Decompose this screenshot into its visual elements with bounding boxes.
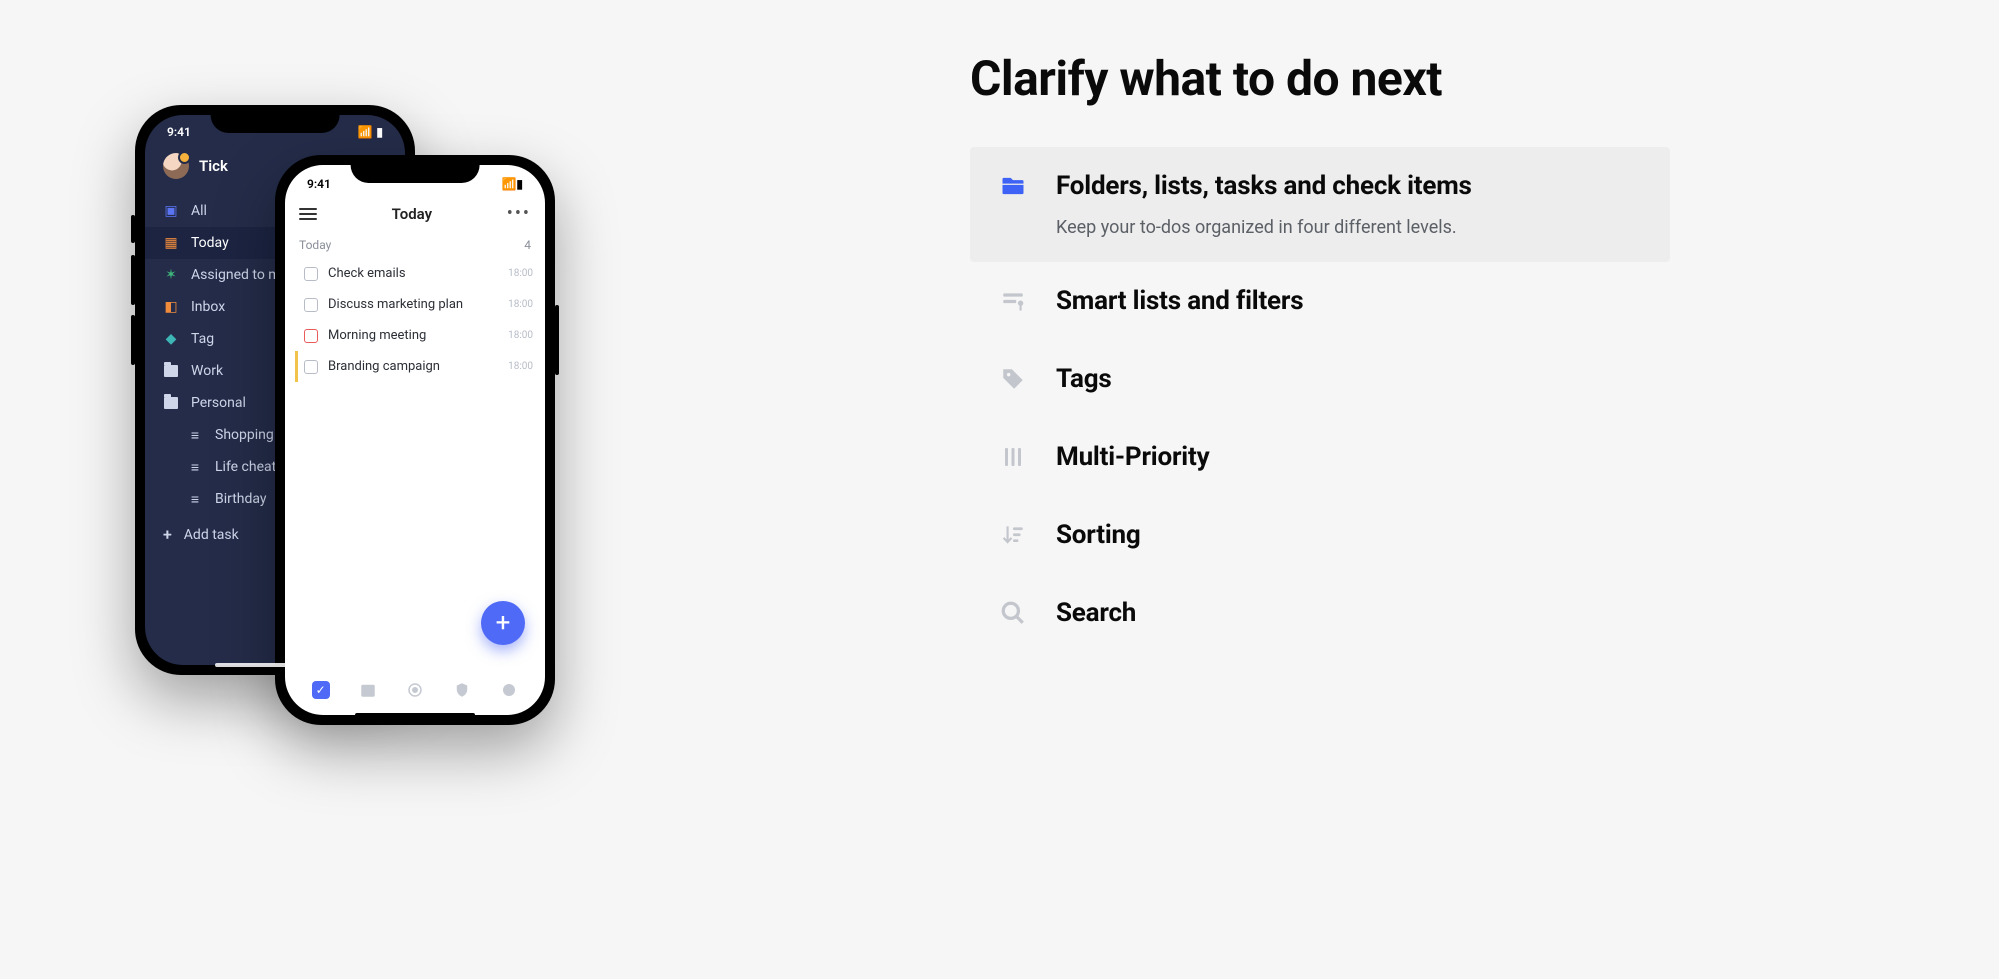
task-label: Morning meeting — [328, 328, 498, 343]
feature-title: Multi-Priority — [1056, 442, 1209, 472]
status-time: 9:41 — [167, 125, 191, 139]
sidebar-item-label: Today — [191, 235, 229, 251]
stack-icon: ▣ — [163, 203, 179, 219]
folder-open-icon — [163, 395, 179, 411]
section-header[interactable]: Today 4 — [285, 232, 545, 256]
shield-icon — [453, 681, 471, 699]
priority-icon — [998, 442, 1028, 472]
sidebar-item-label: Inbox — [191, 299, 225, 315]
gear-icon — [500, 681, 518, 699]
task-time: 18:00 — [508, 330, 533, 341]
calendar-icon: ▦ — [163, 235, 179, 251]
bottom-tabs — [285, 671, 545, 701]
phone-mockups: 9:41 📶▮ Tick ▣ All ▦ Today — [135, 105, 655, 785]
status-time: 9:41 — [307, 177, 331, 191]
list-icon: ≡ — [187, 459, 203, 475]
feature-priority[interactable]: Multi-Priority — [970, 418, 1670, 496]
tab-calendar[interactable] — [357, 679, 379, 701]
feature-title: Sorting — [1056, 520, 1141, 550]
task-row[interactable]: Discuss marketing plan 18:00 — [295, 289, 535, 320]
feature-desc: Keep your to-dos organized in four diffe… — [1056, 217, 1472, 238]
task-time: 18:00 — [508, 268, 533, 279]
feature-smart-lists[interactable]: Smart lists and filters — [970, 262, 1670, 340]
tab-tasks[interactable] — [310, 679, 332, 701]
tab-habits[interactable] — [451, 679, 473, 701]
tag-icon — [998, 364, 1028, 394]
task-row[interactable]: Branding campaign 18:00 — [295, 351, 535, 382]
section-label: Today — [299, 238, 331, 252]
checkbox[interactable] — [304, 329, 318, 343]
sidebar-item-label: Shopping — [215, 427, 274, 443]
plus-icon: + — [163, 525, 172, 544]
plus-icon: + — [496, 608, 511, 638]
feature-title: Folders, lists, tasks and check items — [1056, 171, 1472, 201]
checkbox[interactable] — [304, 360, 318, 374]
sidebar-item-label: Personal — [191, 395, 246, 411]
target-icon — [406, 681, 424, 699]
sort-icon — [998, 520, 1028, 550]
task-label: Check emails — [328, 266, 498, 281]
task-time: 18:00 — [508, 361, 533, 372]
calendar-icon — [359, 681, 377, 699]
folder-icon — [998, 171, 1028, 201]
section-count: 4 — [524, 238, 531, 252]
feature-title: Tags — [1056, 364, 1112, 394]
task-row[interactable]: Check emails 18:00 — [295, 258, 535, 289]
tab-focus[interactable] — [404, 679, 426, 701]
tab-settings[interactable] — [498, 679, 520, 701]
folder-icon — [163, 363, 179, 379]
task-time: 18:00 — [508, 299, 533, 310]
sidebar-item-label: Assigned to me — [191, 267, 288, 283]
check-icon — [312, 681, 330, 699]
avatar[interactable] — [163, 153, 189, 179]
phone-today: 9:41 📶▮ Today ••• Today 4 Check emails — [275, 155, 555, 725]
sidebar-item-label: Work — [191, 363, 223, 379]
checkbox[interactable] — [304, 298, 318, 312]
tag-icon: ◆ — [163, 331, 179, 347]
checkbox[interactable] — [304, 267, 318, 281]
sidebar-item-label: Tag — [191, 331, 214, 347]
task-label: Branding campaign — [328, 359, 498, 374]
page-headline: Clarify what to do next — [970, 50, 1670, 107]
screen-title: Today — [392, 205, 432, 223]
filter-icon — [998, 286, 1028, 316]
task-label: Discuss marketing plan — [328, 297, 498, 312]
sidebar-item-label: Life cheat — [215, 459, 276, 475]
feature-folders[interactable]: Folders, lists, tasks and check items Ke… — [970, 147, 1670, 262]
feature-tags[interactable]: Tags — [970, 340, 1670, 418]
search-icon — [998, 598, 1028, 628]
person-icon: ✶ — [163, 267, 179, 283]
feature-search[interactable]: Search — [970, 574, 1670, 652]
inbox-icon: ◧ — [163, 299, 179, 315]
menu-button[interactable] — [299, 208, 317, 220]
list-icon: ≡ — [187, 427, 203, 443]
feature-sorting[interactable]: Sorting — [970, 496, 1670, 574]
list-icon: ≡ — [187, 491, 203, 507]
status-icons: 📶▮ — [501, 177, 523, 191]
sidebar-item-label: All — [191, 203, 207, 219]
app-name: Tick — [199, 157, 228, 175]
feature-title: Search — [1056, 598, 1136, 628]
fab-add-button[interactable]: + — [481, 601, 525, 645]
sidebar-item-label: Birthday — [215, 491, 267, 507]
status-icons: 📶▮ — [353, 125, 383, 139]
task-row[interactable]: Morning meeting 18:00 — [295, 320, 535, 351]
feature-list: Folders, lists, tasks and check items Ke… — [970, 147, 1670, 652]
more-button[interactable]: ••• — [507, 203, 531, 224]
add-task-label: Add task — [184, 527, 239, 543]
feature-title: Smart lists and filters — [1056, 286, 1303, 316]
